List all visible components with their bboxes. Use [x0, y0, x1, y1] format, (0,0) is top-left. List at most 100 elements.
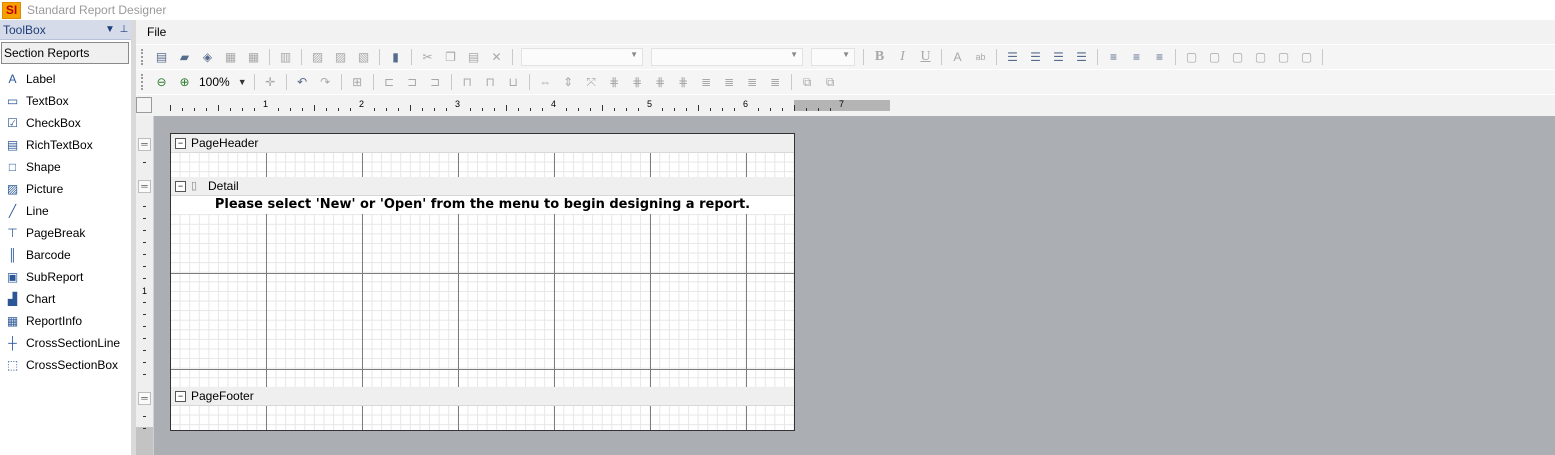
- save-icon[interactable]: ▦: [221, 48, 240, 66]
- v-spacing-increase-icon[interactable]: ≣: [720, 73, 739, 91]
- preview-icon[interactable]: ▥: [276, 48, 295, 66]
- bold-icon[interactable]: B: [870, 48, 889, 66]
- page-header-area[interactable]: [171, 153, 794, 177]
- font-color-icon[interactable]: A: [948, 48, 967, 66]
- collapse-icon[interactable]: −: [175, 137, 186, 149]
- align-justify-icon[interactable]: ☰: [1072, 48, 1091, 66]
- open-report-icon[interactable]: ▰: [175, 48, 194, 66]
- toolbox-item-line[interactable]: ╱ Line: [0, 200, 131, 222]
- toolbox-item-picture[interactable]: ▨ Picture: [0, 178, 131, 200]
- border-right-icon[interactable]: ▢: [1297, 48, 1316, 66]
- send-to-back-icon[interactable]: ⧉: [821, 73, 840, 91]
- v-spacing-remove-icon[interactable]: ≣: [766, 73, 785, 91]
- align-rights-icon[interactable]: ⊐: [426, 73, 445, 91]
- toolbox-item-chart[interactable]: ▟ Chart: [0, 288, 131, 310]
- border-top-icon[interactable]: ▢: [1228, 48, 1247, 66]
- toolbox-item-barcode[interactable]: ║ Barcode: [0, 244, 131, 266]
- align-bottoms-icon[interactable]: ⊔: [504, 73, 523, 91]
- outdent-icon[interactable]: ≡: [1150, 48, 1169, 66]
- h-spacing-equal-icon[interactable]: ⋕: [605, 73, 624, 91]
- undo-icon[interactable]: ↶: [293, 73, 312, 91]
- align-right-icon[interactable]: ☰: [1049, 48, 1068, 66]
- toolbox-item-textbox[interactable]: ▭ TextBox: [0, 90, 131, 112]
- barcode-icon: ║: [8, 248, 17, 262]
- same-width-icon[interactable]: ⇔: [536, 73, 555, 91]
- border-bottom-icon[interactable]: ▢: [1251, 48, 1270, 66]
- delete-icon[interactable]: ✕: [487, 48, 506, 66]
- zoom-in-icon[interactable]: ⊕: [175, 73, 194, 91]
- border-all-icon[interactable]: ▢: [1182, 48, 1201, 66]
- open-report-alt-icon[interactable]: ◈: [198, 48, 217, 66]
- italic-icon[interactable]: I: [893, 48, 912, 66]
- detail-area[interactable]: [171, 196, 794, 387]
- h-spacing-remove-icon[interactable]: ⋕: [674, 73, 693, 91]
- zoom-out-icon[interactable]: ⊖: [152, 73, 171, 91]
- app-logo-icon: SI: [2, 1, 21, 19]
- zoom-combo[interactable]: 100% ▼: [199, 75, 247, 89]
- cut-icon[interactable]: ✂: [418, 48, 437, 66]
- new-report-icon[interactable]: ▤: [152, 48, 171, 66]
- align-left-icon[interactable]: ☰: [1003, 48, 1022, 66]
- section-header-detail[interactable]: − ▯ Detail: [171, 177, 794, 196]
- bullets-icon[interactable]: ≡: [1104, 48, 1123, 66]
- align-middles-icon[interactable]: ⊓: [481, 73, 500, 91]
- toolbar-grip[interactable]: [141, 49, 146, 65]
- border-left-icon[interactable]: ▢: [1274, 48, 1293, 66]
- section-header-page-header[interactable]: − PageHeader: [171, 134, 794, 153]
- paste-icon[interactable]: ▤: [464, 48, 483, 66]
- report-surface[interactable]: − PageHeader − ▯ Detail Please select 'N…: [170, 133, 795, 431]
- align-lefts-icon[interactable]: ⊏: [380, 73, 399, 91]
- h-spacing-increase-icon[interactable]: ⋕: [628, 73, 647, 91]
- toolbox-item-crosssectionline[interactable]: ┼ CrossSectionLine: [0, 332, 131, 354]
- ruler-tick: [830, 108, 831, 111]
- same-size-icon[interactable]: ⤧: [582, 73, 601, 91]
- highlight-icon[interactable]: ab: [971, 48, 990, 66]
- toolbox-item-richtextbox[interactable]: ▤ RichTextBox: [0, 134, 131, 156]
- v-spacing-equal-icon[interactable]: ≣: [697, 73, 716, 91]
- align-center-icon[interactable]: ☰: [1026, 48, 1045, 66]
- section-header-page-footer[interactable]: − PageFooter: [171, 387, 794, 406]
- bring-to-front-icon[interactable]: ⧉: [798, 73, 817, 91]
- align-tops-icon[interactable]: ⊓: [458, 73, 477, 91]
- section-grip-page-header[interactable]: ═: [138, 138, 151, 151]
- toolbox-group-section-reports[interactable]: Section Reports: [1, 42, 129, 64]
- pin-icon[interactable]: ⊥: [117, 24, 131, 35]
- page-footer-area[interactable]: [171, 406, 794, 430]
- copy-icon[interactable]: ❐: [441, 48, 460, 66]
- collapse-icon[interactable]: −: [175, 180, 186, 192]
- toolbox-item-pagebreak[interactable]: ⊤ PageBreak: [0, 222, 131, 244]
- underline-icon[interactable]: U: [916, 48, 935, 66]
- menu-file[interactable]: File: [147, 25, 166, 39]
- toolbox-item-reportinfo[interactable]: ▦ ReportInfo: [0, 310, 131, 332]
- same-height-icon[interactable]: ⇕: [559, 73, 578, 91]
- toolbox-item-label[interactable]: A Label: [0, 68, 131, 90]
- paste-format-icon[interactable]: ▨: [331, 48, 350, 66]
- collapse-icon[interactable]: −: [175, 390, 186, 402]
- section-grip-page-footer[interactable]: ═: [138, 392, 151, 405]
- toolbox-item-shape[interactable]: □ Shape: [0, 156, 131, 178]
- font-size-combo[interactable]: ▼: [811, 48, 855, 66]
- h-spacing-decrease-icon[interactable]: ⋕: [651, 73, 670, 91]
- border-outside-icon[interactable]: ▢: [1205, 48, 1224, 66]
- v-spacing-decrease-icon[interactable]: ≣: [743, 73, 762, 91]
- clear-format-icon[interactable]: ▧: [354, 48, 373, 66]
- toolbox-item-crosssectionbox[interactable]: ⬚ CrossSectionBox: [0, 354, 131, 376]
- align-grid-icon[interactable]: ⊞: [348, 73, 367, 91]
- redo-icon[interactable]: ↷: [316, 73, 335, 91]
- toolbar-grip[interactable]: [141, 74, 146, 90]
- indent-icon[interactable]: ≡: [1127, 48, 1146, 66]
- align-centers-icon[interactable]: ⊐: [403, 73, 422, 91]
- toolbox-item-checkbox[interactable]: ☑ CheckBox: [0, 112, 131, 134]
- dropdown-arrow-icon[interactable]: ▼: [103, 24, 117, 35]
- style-combo[interactable]: ▼: [521, 48, 643, 66]
- section-grip-detail[interactable]: ═: [138, 180, 151, 193]
- report-explorer-icon[interactable]: ▮: [386, 48, 405, 66]
- font-family-combo[interactable]: ▼: [651, 48, 803, 66]
- save-as-icon[interactable]: ▦: [244, 48, 263, 66]
- snap-grid-icon[interactable]: ✛: [261, 73, 280, 91]
- ruler-tick: [143, 416, 146, 417]
- ruler-corner-button[interactable]: [136, 97, 152, 113]
- copy-format-icon[interactable]: ▨: [308, 48, 327, 66]
- ruler-tick: [758, 108, 759, 111]
- toolbox-item-subreport[interactable]: ▣ SubReport: [0, 266, 131, 288]
